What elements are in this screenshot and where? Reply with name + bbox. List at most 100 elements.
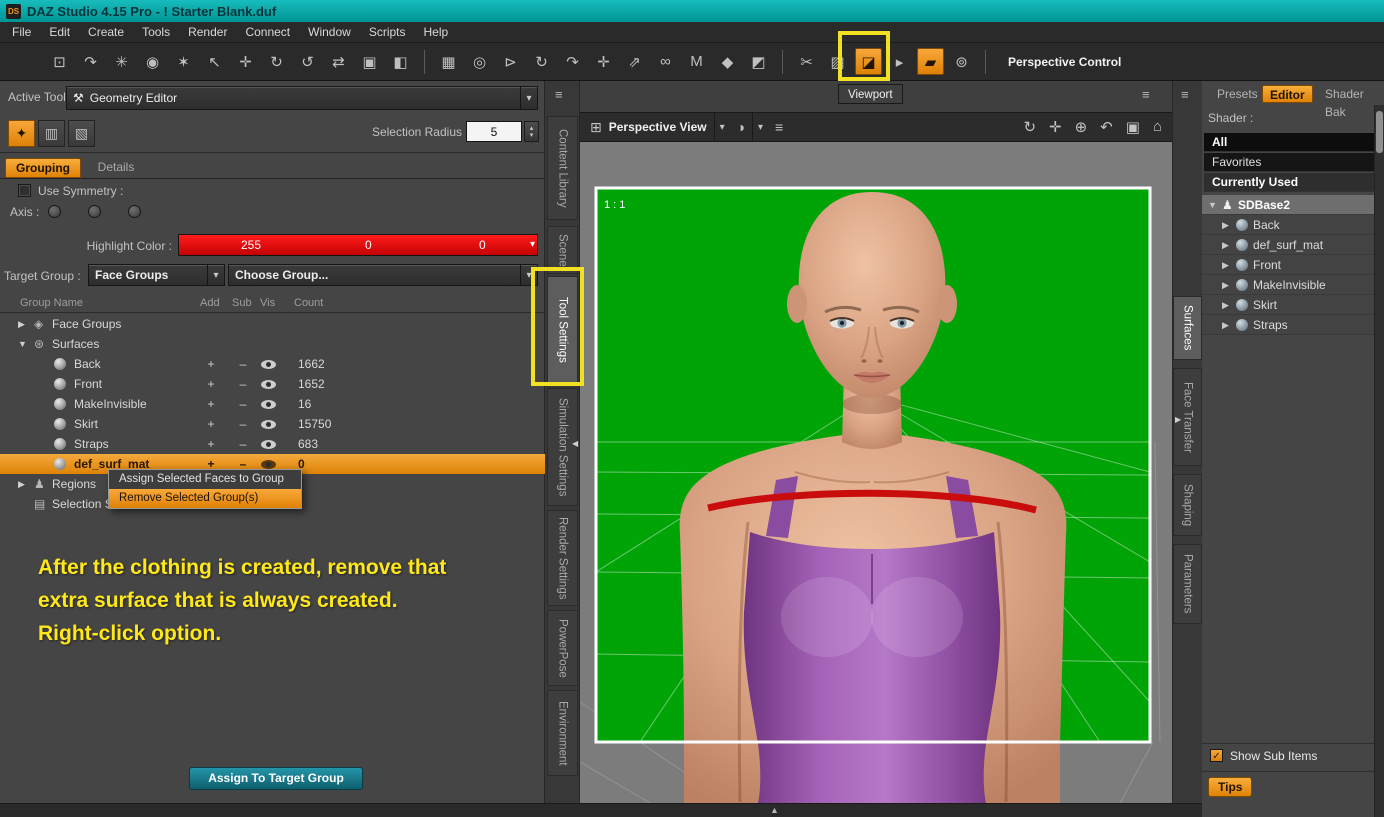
tab-details[interactable]: Details	[86, 158, 146, 178]
universal-tool-icon[interactable]: ✛	[232, 48, 259, 75]
brush-select-button[interactable]: ✦	[8, 120, 35, 147]
chevron-down-icon[interactable]: ▾	[520, 265, 537, 285]
tab-presets[interactable]: Presets	[1210, 85, 1265, 103]
orbit-cube-icon[interactable]: ↺	[294, 48, 321, 75]
col-vis[interactable]: Vis	[260, 297, 275, 309]
lasso-select-button[interactable]: ▧	[68, 120, 95, 147]
pan-camera-icon[interactable]: ✛	[1049, 118, 1062, 136]
visibility-eye-icon[interactable]	[261, 380, 276, 389]
tree-closed-icon[interactable]: ▶	[1222, 280, 1229, 291]
pane-menu-icon[interactable]: ≡	[1142, 87, 1150, 102]
add-faces-button[interactable]: +	[202, 437, 220, 451]
axis-radio-1[interactable]	[48, 205, 61, 218]
visibility-eye-icon[interactable]	[261, 460, 276, 469]
knife-tool-icon[interactable]: ✂	[793, 48, 820, 75]
surface-item-back[interactable]: ▶ Back	[1202, 215, 1374, 235]
pane-menu-icon[interactable]: ≡	[555, 87, 563, 102]
menu-create[interactable]: Create	[80, 24, 132, 40]
subtract-faces-button[interactable]: –	[234, 377, 252, 391]
axis-radio-2[interactable]	[88, 205, 101, 218]
surface-item-straps[interactable]: ▶ Straps	[1202, 315, 1374, 335]
dock-tab-powerpose[interactable]: PowerPose	[547, 610, 578, 686]
dock-tab-shaping[interactable]: Shaping	[1173, 474, 1202, 536]
tree-row-straps[interactable]: Straps + – 683	[0, 434, 545, 454]
spin-up-icon[interactable]: ▴	[530, 125, 534, 132]
menu-item-assign-faces[interactable]: Assign Selected Faces to Group	[109, 470, 301, 489]
visibility-eye-icon[interactable]	[261, 360, 276, 369]
tree-row-skirt[interactable]: Skirt + – 15750	[0, 414, 545, 434]
menu-scripts[interactable]: Scripts	[361, 24, 414, 40]
dock-tab-surfaces[interactable]: Surfaces	[1173, 296, 1202, 360]
highlight-color-swatch[interactable]: 255 0 0 ▾	[178, 234, 538, 256]
spark-tool-icon[interactable]: ✳	[108, 48, 135, 75]
menu-connect[interactable]: Connect	[237, 24, 298, 40]
tree-closed-icon[interactable]: ▶	[1222, 220, 1229, 231]
choose-group-dropdown[interactable]: Choose Group... ▾	[228, 264, 538, 286]
orbit-camera-icon[interactable]: ↻	[1023, 118, 1036, 136]
flyout-arrow-icon[interactable]: ▸	[886, 48, 913, 75]
scrollbar-thumb[interactable]	[1376, 111, 1383, 153]
tree-row-makeinvisible[interactable]: MakeInvisible + – 16	[0, 394, 545, 414]
marquee-select-button[interactable]: ▥	[38, 120, 65, 147]
dock-tab-render-settings[interactable]: Render Settings	[547, 510, 578, 606]
pane-menu-icon[interactable]: ≡	[1181, 87, 1189, 102]
subtract-faces-button[interactable]: –	[234, 397, 252, 411]
figure-pair-icon[interactable]: ◩	[745, 48, 772, 75]
geoshell-tool-icon[interactable]: ◉	[139, 48, 166, 75]
col-group-name[interactable]: Group Name	[20, 297, 83, 309]
menu-item-remove-group[interactable]: Remove Selected Group(s)	[109, 489, 301, 508]
rotate-tool-icon[interactable]: ↻	[528, 48, 555, 75]
add-faces-button[interactable]: +	[202, 397, 220, 411]
tree-row-surfaces[interactable]: ▼ ⊛ Surfaces	[0, 334, 545, 354]
menu-file[interactable]: File	[4, 24, 39, 40]
use-symmetry-checkbox[interactable]	[18, 184, 31, 197]
menu-window[interactable]: Window	[300, 24, 359, 40]
viewport-3d-scene[interactable]: 1 : 1	[580, 142, 1172, 803]
dock-tab-tool-settings[interactable]: Tool Settings	[547, 276, 578, 384]
add-faces-button[interactable]: +	[202, 417, 220, 431]
filter-currently-used[interactable]: Currently Used	[1204, 173, 1374, 192]
viewport-options-icon[interactable]: ≡	[775, 119, 783, 135]
show-sub-items-checkbox[interactable]: ✓	[1210, 749, 1223, 762]
tree-closed-icon[interactable]: ▶	[1222, 320, 1229, 331]
add-faces-button[interactable]: +	[202, 357, 220, 371]
zoom-camera-icon[interactable]: ⊕	[1075, 118, 1088, 136]
view-selector[interactable]: Perspective View	[609, 120, 707, 134]
dock-tab-content-library[interactable]: Content Library	[547, 116, 578, 220]
tree-row-face-groups[interactable]: ▶ ◈ Face Groups	[0, 314, 545, 334]
menu-edit[interactable]: Edit	[41, 24, 78, 40]
chevron-down-icon[interactable]: ▾	[207, 265, 224, 285]
collapse-right-icon[interactable]: ▶	[1175, 415, 1181, 424]
tree-open-icon[interactable]: ▼	[18, 339, 27, 349]
tree-closed-icon[interactable]: ▶	[1222, 300, 1229, 311]
col-count[interactable]: Count	[294, 297, 323, 309]
subtract-faces-button[interactable]: –	[234, 437, 252, 451]
tree-closed-icon[interactable]: ▶	[18, 479, 25, 490]
surface-item-def-surf-mat[interactable]: ▶ def_surf_mat	[1202, 235, 1374, 255]
frame-camera-icon[interactable]: ▣	[1126, 118, 1140, 136]
tab-shader-baker[interactable]: Shader Bak	[1318, 85, 1384, 119]
tree-closed-icon[interactable]: ▶	[1222, 260, 1229, 271]
tree-open-icon[interactable]: ▼	[1208, 200, 1217, 210]
grid-snap-icon[interactable]: ▦	[435, 48, 462, 75]
chevron-down-icon[interactable]: ▾	[530, 239, 535, 250]
scale-tool-icon[interactable]: ⇗	[621, 48, 648, 75]
tree-closed-icon[interactable]: ▶	[18, 319, 25, 330]
tree-closed-icon[interactable]: ▶	[1222, 240, 1229, 251]
drawstyle-sphere-icon[interactable]: ◑	[737, 119, 745, 135]
tips-button[interactable]: Tips	[1208, 777, 1253, 797]
chevron-down-icon[interactable]: ▾	[752, 113, 768, 141]
rotate-cube-icon[interactable]: ↻	[263, 48, 290, 75]
surface-tree-root[interactable]: ▼ ♟ SDBase2	[1202, 195, 1374, 215]
add-faces-button[interactable]: +	[202, 377, 220, 391]
target-group-dropdown[interactable]: Face Groups ▾	[88, 264, 225, 286]
radius-stepper[interactable]: ▴ ▾	[524, 121, 539, 142]
link-tool-icon[interactable]: ∞	[652, 48, 679, 75]
translate-cube-icon[interactable]: ⇄	[325, 48, 352, 75]
surface-item-front[interactable]: ▶ Front	[1202, 255, 1374, 275]
scrollbar[interactable]	[1374, 105, 1384, 817]
camera-tool-icon[interactable]: ⊚	[948, 48, 975, 75]
sphere-view-icon[interactable]: ◎	[466, 48, 493, 75]
geometry-editor-icon[interactable]: ◪	[855, 48, 882, 75]
surface-item-skirt[interactable]: ▶ Skirt	[1202, 295, 1374, 315]
